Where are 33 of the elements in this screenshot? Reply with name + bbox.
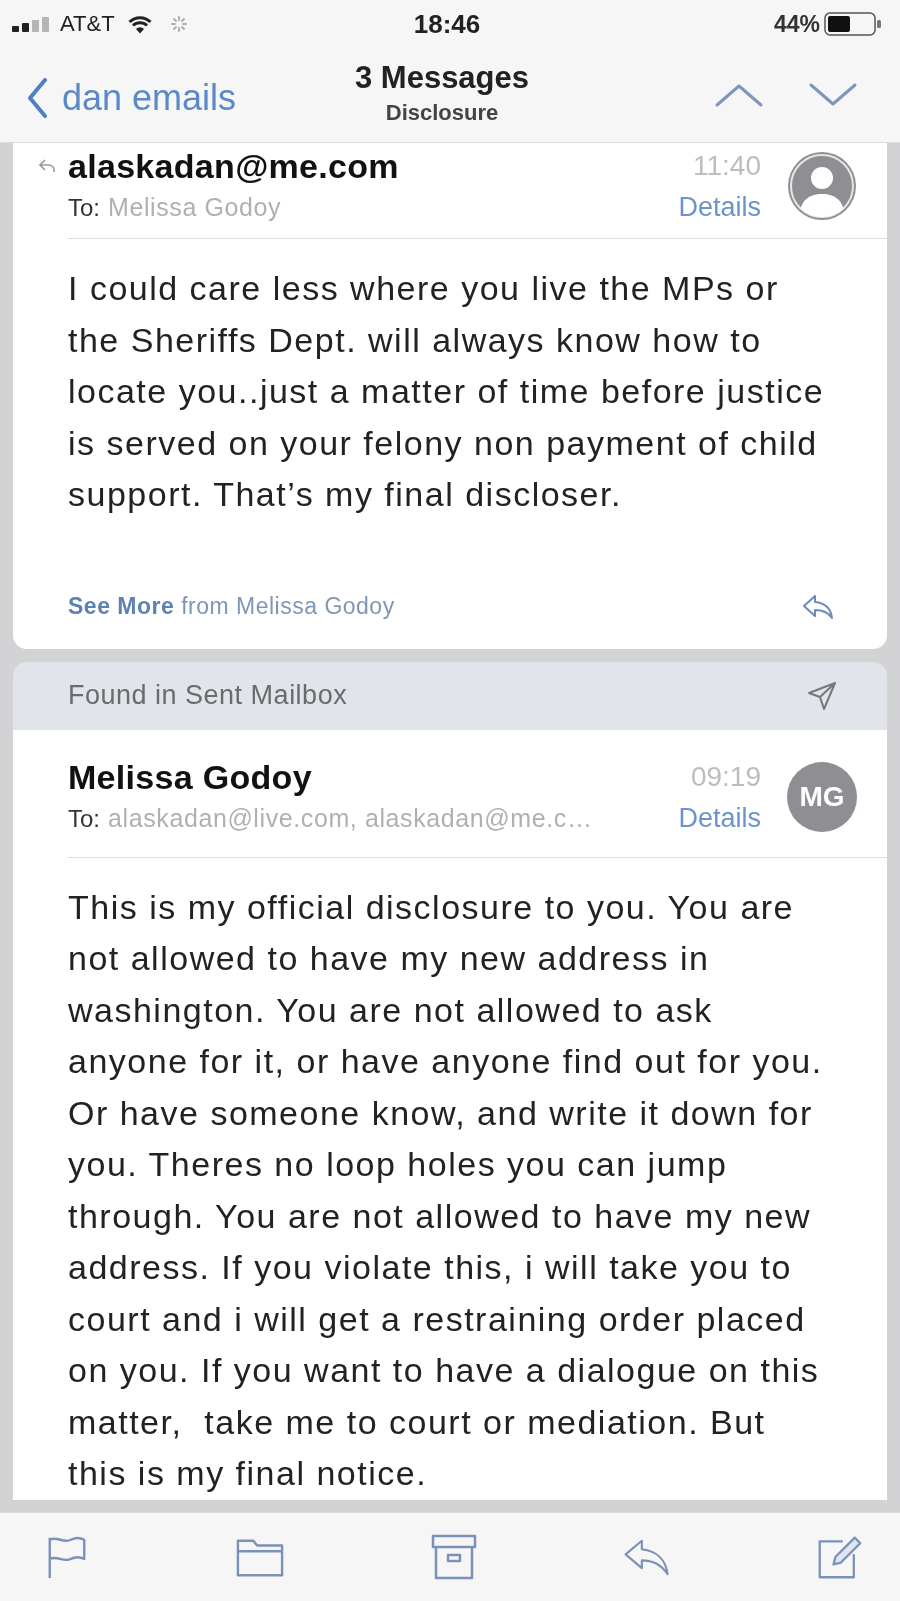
carrier-label: AT&T (60, 11, 115, 37)
to-label: To: (68, 193, 100, 223)
message-time: 11:40 (693, 149, 761, 183)
status-time: 18:46 (413, 8, 481, 40)
recipient-address: alaskadan@live.com, alaskadan@me.c… (108, 802, 593, 834)
back-button[interactable]: dan emails (26, 77, 237, 119)
wifi-icon (126, 14, 153, 34)
sender-name: Melissa Godoy (68, 757, 313, 796)
see-more-link[interactable]: See More from Melissa Godoy (68, 593, 395, 620)
nav-title: 3 Messages (354, 60, 530, 96)
to-label: To: (68, 803, 100, 834)
avatar-icon (787, 151, 857, 221)
sender-name: alaskadan@me.com (68, 147, 400, 185)
section-title: Found in Sent Mailbox (68, 680, 348, 711)
message-body: I could care less where you live the MPs or the Sheriffs Dept. will always know how to locate you..just a matter of time before justice is served on your felony non payment of child support. That’s my final discloser. (67, 268, 826, 515)
message-time: 09:19 (690, 759, 761, 794)
signal-icon (12, 16, 52, 32)
battery-percent: 44% (773, 10, 820, 38)
chevron-up-icon[interactable] (714, 82, 764, 108)
activity-icon (170, 16, 187, 32)
user-avatar: MG (787, 761, 857, 832)
message-body: This is my official disclosure to you. You are not allowed to have my new address in washington. You are not allowed to ask anyone for it, or have anyone find out for you. Or have someone know, and write it down for you. Theres no loop holes you can jump through. You are not allowed to have my new address. If you violate this, i will take you to court and i will get a restraining order placed on you. If you want to have a dialogue on this matter, take me to court or mediation. But this is my final notice. (67, 886, 824, 1494)
chevron-down-icon[interactable] (808, 82, 858, 108)
recipient-address: Melissa Godoy (108, 192, 282, 223)
details-link[interactable]: Details (678, 801, 761, 834)
compose-icon[interactable] (816, 1534, 864, 1580)
nav-subtitle: Disclosure (385, 100, 499, 126)
details-link[interactable]: Details (678, 191, 761, 223)
reply-icon[interactable] (801, 592, 835, 621)
battery-icon (824, 12, 882, 36)
archive-box-icon[interactable] (429, 1534, 478, 1580)
sent-arrow-icon (807, 680, 837, 711)
back-chevron-icon (26, 78, 48, 118)
